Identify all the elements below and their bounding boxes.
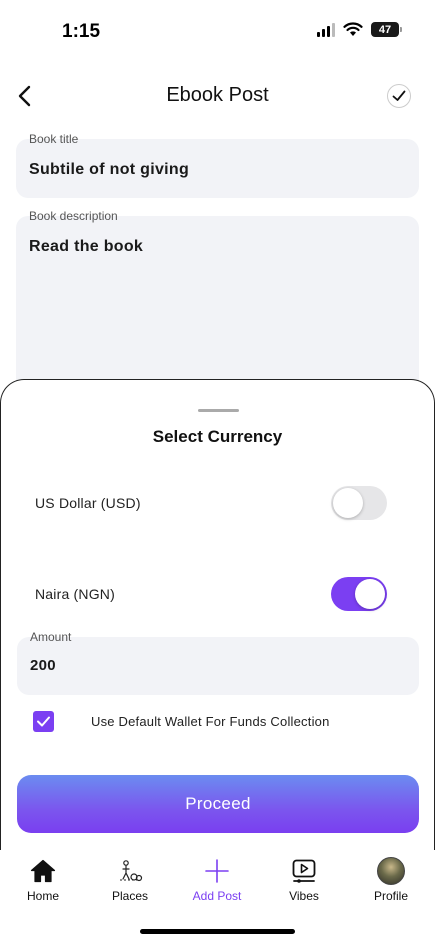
status-time: 1:15 — [62, 21, 101, 42]
currency-label-usd: US Dollar (USD) — [35, 495, 141, 511]
book-description-value: Read the book — [29, 238, 144, 255]
currency-row-usd: US Dollar (USD) — [35, 486, 387, 520]
cellular-signal-icon — [317, 22, 335, 37]
video-icon — [292, 859, 316, 883]
page-title: Ebook Post — [166, 84, 269, 106]
default-wallet-checkbox[interactable] — [33, 711, 54, 732]
home-icon — [30, 859, 56, 883]
book-title-label: Book title — [29, 132, 79, 146]
currency-label-ngn: Naira (NGN) — [35, 586, 115, 602]
home-indicator[interactable] — [140, 929, 295, 934]
checkmark-icon — [392, 90, 406, 101]
toggle-knob — [333, 488, 363, 518]
tab-places-label: Places — [111, 889, 149, 903]
avatar — [377, 857, 405, 885]
amount-label: Amount — [30, 630, 72, 644]
wifi-icon — [343, 22, 363, 36]
default-wallet-row: Use Default Wallet For Funds Collection — [33, 711, 330, 732]
book-description-field[interactable]: Book description Read the book — [16, 209, 419, 396]
tab-home[interactable]: Home — [8, 856, 78, 903]
toggle-knob — [355, 579, 385, 609]
plus-icon — [205, 859, 229, 883]
tab-vibes[interactable]: Vibes — [269, 856, 339, 903]
tab-places[interactable]: Places — [95, 856, 165, 903]
tab-add-post[interactable]: Add Post — [182, 856, 252, 903]
book-description-label: Book description — [29, 209, 118, 223]
default-wallet-label: Use Default Wallet For Funds Collection — [91, 714, 330, 729]
battery-icon: 47 — [371, 22, 402, 37]
checkmark-icon — [37, 716, 50, 727]
tab-profile[interactable]: Profile — [356, 856, 426, 903]
book-title-field[interactable]: Book title Subtile of not giving — [16, 132, 419, 198]
status-icons: 47 — [317, 22, 402, 37]
usd-toggle[interactable] — [331, 486, 387, 520]
currency-row-ngn: Naira (NGN) — [35, 577, 387, 611]
tab-home-label: Home — [26, 889, 59, 903]
places-icon — [120, 860, 143, 882]
ngn-toggle[interactable] — [331, 577, 387, 611]
status-bar: 1:15 47 — [0, 0, 435, 62]
sheet-title: Select Currency — [152, 427, 283, 446]
tab-profile-label: Profile — [373, 889, 408, 903]
amount-value: 200 — [30, 657, 56, 674]
book-title-value: Subtile of not giving — [29, 161, 190, 178]
tab-add-post-label: Add Post — [192, 889, 242, 903]
sheet-drag-handle[interactable] — [198, 409, 239, 412]
proceed-button[interactable]: Proceed — [17, 775, 419, 833]
currency-bottom-sheet: Select Currency US Dollar (USD) Naira (N… — [0, 379, 435, 859]
confirm-button[interactable] — [387, 84, 411, 108]
header: Ebook Post — [0, 74, 435, 118]
amount-field[interactable]: Amount 200 — [17, 630, 419, 695]
battery-level: 47 — [378, 23, 392, 36]
tab-vibes-label: Vibes — [289, 889, 319, 903]
